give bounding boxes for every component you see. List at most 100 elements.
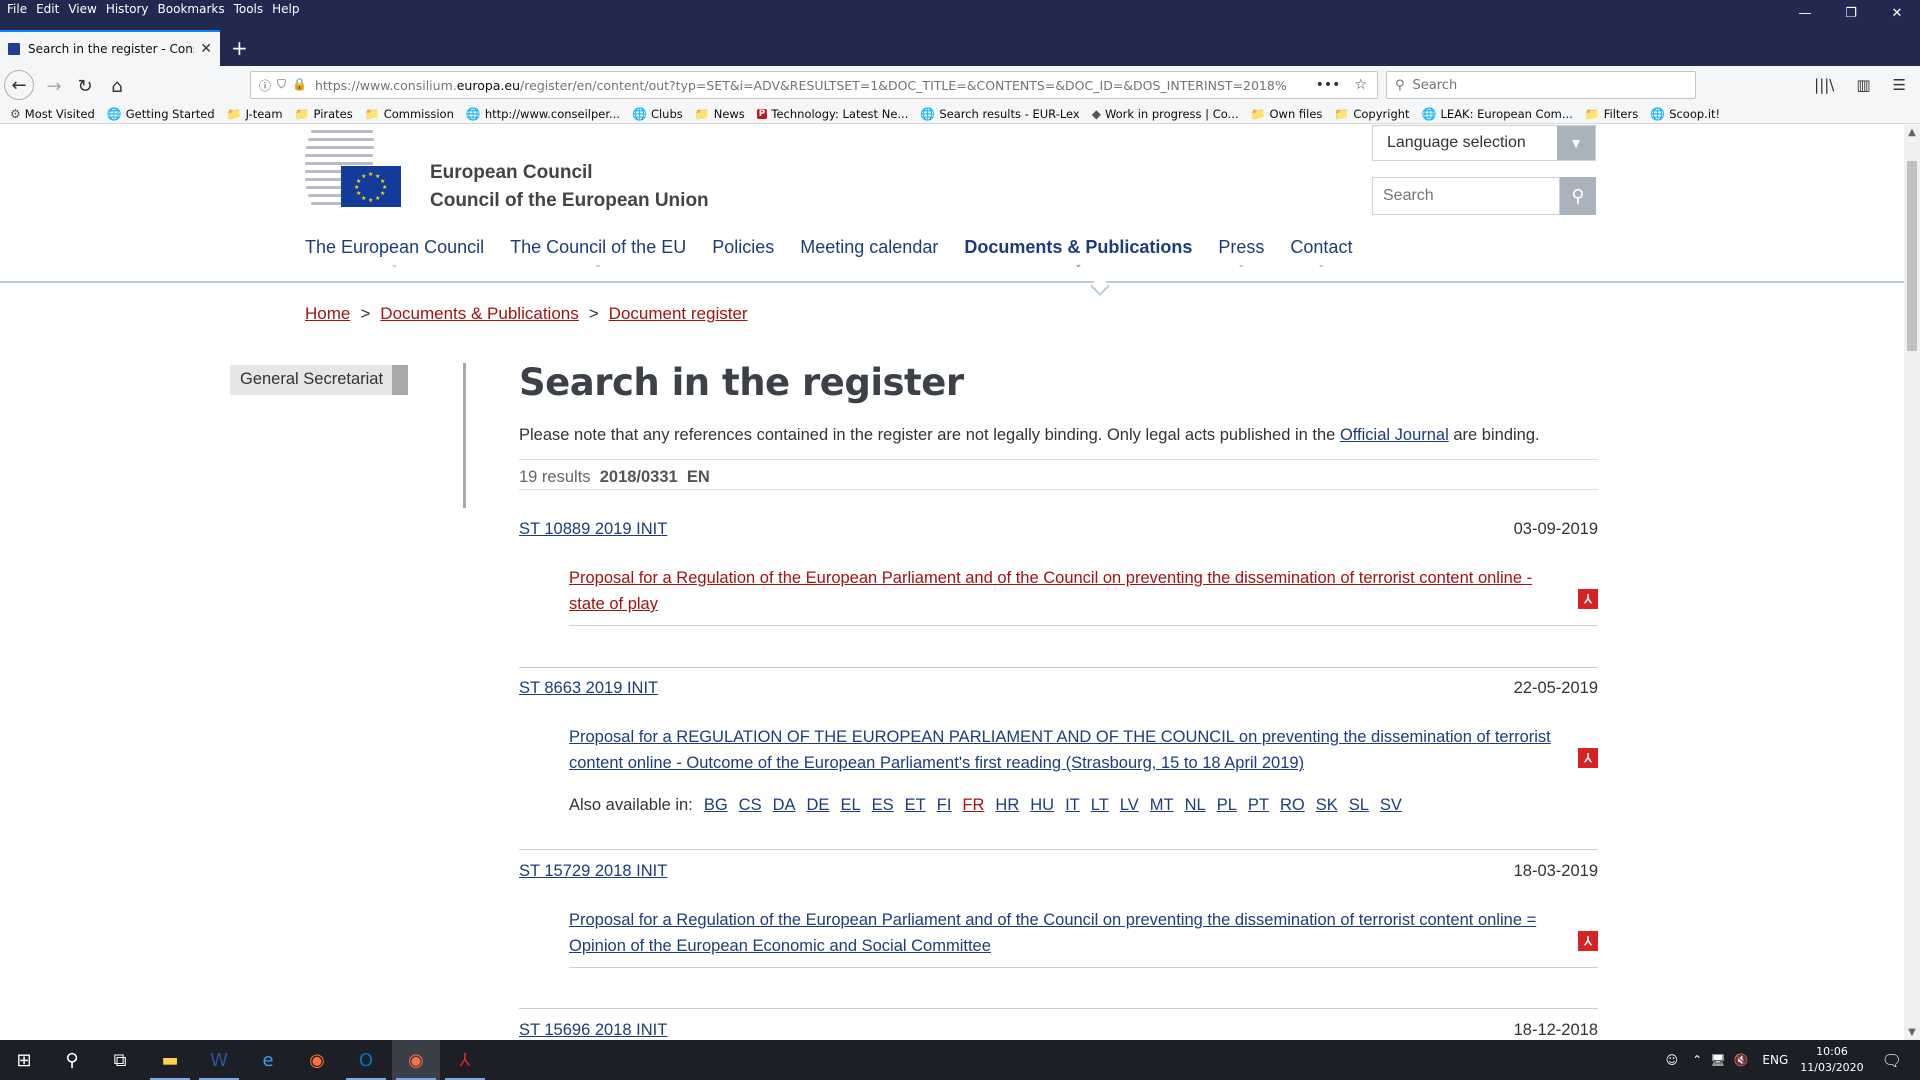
language-link[interactable]: FI	[937, 796, 952, 815]
firefox-active-icon[interactable]: ◉	[392, 1040, 440, 1080]
language-link[interactable]: PL	[1217, 796, 1237, 815]
bookmark-item[interactable]: ◆ Work in progress | Co...	[1092, 107, 1239, 121]
breadcrumb-documents[interactable]: Documents & Publications	[380, 304, 578, 324]
breadcrumb-register[interactable]: Document register	[609, 304, 748, 324]
forward-button[interactable]: →	[40, 72, 68, 100]
network-icon[interactable]: 🖥	[1710, 1053, 1725, 1067]
task-view-icon[interactable]: ⧉	[96, 1040, 144, 1080]
record-id-link[interactable]: ST 15729 2018 INIT	[519, 862, 667, 881]
language-selector[interactable]: Language selection ▼	[1372, 125, 1596, 161]
acrobat-icon[interactable]: ⅄	[441, 1040, 489, 1080]
hamburger-menu-icon[interactable]: ☰	[1893, 76, 1906, 94]
url-bar[interactable]: ⓘ ⛉ 🔒 https://www.consilium.europa.eu/re…	[250, 71, 1378, 99]
language-link[interactable]: EL	[840, 796, 860, 815]
main-nav-item[interactable]: Documents & Publications ⌄	[964, 237, 1192, 269]
scroll-up-icon[interactable]: ▲	[1904, 127, 1920, 138]
language-link[interactable]: DE	[807, 796, 830, 815]
record-title-link[interactable]: Proposal for a REGULATION OF THE EUROPEA…	[569, 724, 1569, 776]
info-icon[interactable]: ⓘ	[259, 77, 271, 94]
main-nav-item[interactable]: Meeting calendar	[800, 237, 938, 258]
tab-active[interactable]: Search in the register - Consiliu ✕	[0, 30, 220, 66]
people-icon[interactable]: ☺	[1666, 1053, 1679, 1067]
bookmark-item[interactable]: 🌐 Getting Started	[107, 107, 215, 121]
notifications-icon[interactable]: 🗨	[1882, 1051, 1902, 1070]
language-link[interactable]: NL	[1185, 796, 1206, 815]
search-icon[interactable]: ⚲	[48, 1040, 96, 1080]
back-button[interactable]: ←	[4, 70, 34, 100]
start-button-icon[interactable]: ⊞	[0, 1040, 48, 1080]
language-link[interactable]: BG	[704, 796, 728, 815]
language-link[interactable]: RO	[1280, 796, 1305, 815]
chevron-up-icon[interactable]: ⌃	[1692, 1053, 1702, 1067]
language-link[interactable]: FR	[962, 796, 984, 815]
site-search-button[interactable]: ⚲	[1560, 177, 1596, 215]
language-link[interactable]: PT	[1248, 796, 1269, 815]
url-text[interactable]: https://www.consilium.europa.eu/register…	[315, 78, 1306, 93]
menu-help[interactable]: Help	[269, 0, 305, 20]
bookmark-item[interactable]: 📁 Pirates	[295, 107, 353, 121]
pdf-icon[interactable]: ⅄	[1578, 748, 1598, 768]
bookmark-item[interactable]: 🌐 http://www.conseilper...	[466, 107, 620, 121]
library-icon[interactable]: |||\	[1814, 76, 1834, 94]
scroll-down-icon[interactable]: ▼	[1904, 1027, 1920, 1038]
firefox-icon[interactable]: ◉	[293, 1040, 341, 1080]
edge-icon[interactable]: e	[244, 1040, 292, 1080]
main-nav-item[interactable]: Contact ⌄	[1290, 237, 1352, 269]
bookmark-item[interactable]: 🌐 LEAK: European Com...	[1422, 107, 1573, 121]
bookmark-item[interactable]: 📁 Own files	[1251, 107, 1323, 121]
new-tab-button[interactable]: +	[231, 36, 248, 60]
volume-muted-icon[interactable]: 🔇	[1733, 1053, 1748, 1067]
language-link[interactable]: LV	[1120, 796, 1139, 815]
outlook-icon[interactable]: O	[342, 1040, 390, 1080]
word-icon[interactable]: W	[195, 1040, 243, 1080]
bookmark-item[interactable]: 📁 J-team	[227, 107, 283, 121]
record-id-link[interactable]: ST 8663 2019 INIT	[519, 679, 658, 698]
tab-close-icon[interactable]: ✕	[200, 41, 212, 57]
bookmark-star-icon[interactable]: ☆	[1354, 77, 1367, 93]
page-actions-icon[interactable]: •••	[1316, 77, 1341, 93]
language-link[interactable]: MT	[1150, 796, 1174, 815]
scroll-thumb[interactable]	[1907, 161, 1917, 351]
language-link[interactable]: ES	[872, 796, 894, 815]
bookmark-item[interactable]: 🌐 Search results - EUR-Lex	[920, 107, 1079, 121]
language-link[interactable]: SL	[1349, 796, 1369, 815]
reload-button[interactable]: ↻	[71, 72, 99, 100]
menu-bookmarks[interactable]: Bookmarks	[155, 0, 231, 20]
site-title[interactable]: European Council Council of the European…	[430, 159, 709, 215]
language-link[interactable]: SK	[1316, 796, 1338, 815]
language-link[interactable]: HR	[995, 796, 1019, 815]
record-title-link[interactable]: Proposal for a Regulation of the Europea…	[569, 565, 1569, 617]
close-window-button[interactable]: ✕	[1874, 0, 1920, 26]
minimize-button[interactable]: —	[1782, 0, 1828, 26]
clock[interactable]: 10:06 11/03/2020	[1800, 1044, 1863, 1076]
language-link[interactable]: CS	[739, 796, 762, 815]
menu-file[interactable]: File	[4, 0, 33, 20]
main-nav-item[interactable]: The European Council ⌄	[305, 237, 484, 269]
bookmark-item[interactable]: 📁 Filters	[1585, 107, 1638, 121]
pdf-icon[interactable]: ⅄	[1578, 931, 1598, 951]
lock-icon[interactable]: 🔒	[292, 77, 307, 94]
record-title-link[interactable]: Proposal for a Regulation of the Europea…	[569, 907, 1569, 959]
page-scrollbar[interactable]: ▲ ▼	[1904, 125, 1920, 1040]
menu-view[interactable]: View	[65, 0, 102, 20]
side-menu-general-secretariat[interactable]: General Secretariat	[230, 365, 408, 395]
menu-history[interactable]: History	[103, 0, 155, 20]
bookmark-item[interactable]: P Technology: Latest Ne...	[756, 107, 908, 121]
sidebar-icon[interactable]: ▥	[1856, 76, 1870, 94]
bookmark-item[interactable]: 📁 Commission	[365, 107, 454, 121]
chevron-down-icon[interactable]: ▼	[1557, 126, 1595, 160]
language-link[interactable]: LT	[1091, 796, 1109, 815]
pdf-icon[interactable]: ⅄	[1578, 589, 1598, 609]
language-link[interactable]: ET	[905, 796, 926, 815]
bookmark-item[interactable]: 📁 News	[695, 107, 745, 121]
site-identity[interactable]: ⓘ ⛉ 🔒	[251, 77, 315, 94]
bookmark-item[interactable]: 🌐 Scoop.it!	[1650, 107, 1720, 121]
language-link[interactable]: DA	[773, 796, 796, 815]
site-search-input[interactable]	[1372, 177, 1560, 215]
menu-tools[interactable]: Tools	[231, 0, 270, 20]
official-journal-link[interactable]: Official Journal	[1340, 426, 1449, 444]
record-id-link[interactable]: ST 10889 2019 INIT	[519, 520, 667, 539]
language-link[interactable]: SV	[1380, 796, 1402, 815]
main-nav-item[interactable]: Press ⌄	[1218, 237, 1264, 269]
language-link[interactable]: IT	[1065, 796, 1080, 815]
